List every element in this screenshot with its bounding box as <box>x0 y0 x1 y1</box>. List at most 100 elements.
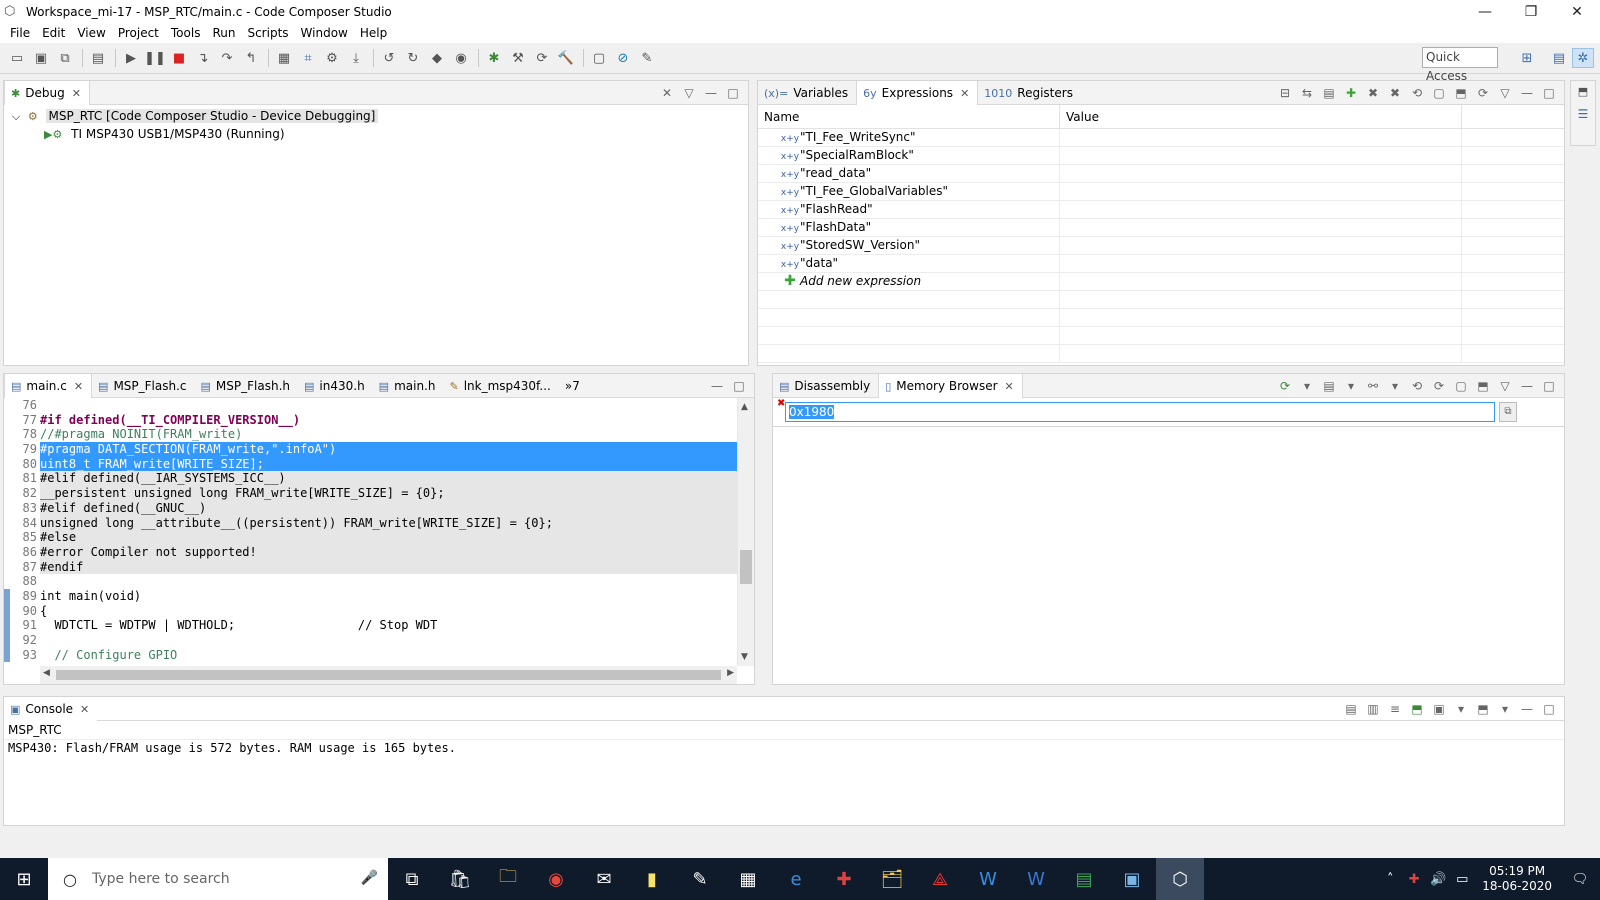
maximize-icon[interactable]: □ <box>722 83 744 103</box>
outline-icon[interactable]: ☰ <box>1571 103 1595 125</box>
dropdown-icon[interactable]: ▾ <box>1384 376 1406 396</box>
close-icon[interactable]: ✕ <box>960 87 969 100</box>
tree-item-session[interactable]: ⌵ ⚙ MSP_RTC [Code Composer Studio - Devi… <box>4 107 748 125</box>
maximize-icon[interactable]: □ <box>1538 376 1560 396</box>
run-icon[interactable]: ◆ <box>426 47 448 69</box>
tab-console[interactable]: ▣ Console ✕ <box>4 697 98 721</box>
save-icon[interactable]: ▣ <box>30 47 52 69</box>
close-icon[interactable]: ✕ <box>72 87 81 100</box>
maximize-icon[interactable]: □ <box>728 376 750 396</box>
editor-horizontal-scrollbar[interactable]: ◀ ▶ <box>40 666 737 684</box>
ccs-debug-perspective-icon[interactable]: ✲ <box>1572 48 1594 68</box>
tab-debug[interactable]: ✱ Debug ✕ <box>4 81 90 105</box>
acrobat-icon[interactable]: ⟁ <box>916 858 964 900</box>
reset-icon[interactable]: ⚙ <box>321 47 343 69</box>
remove-icon[interactable]: ✖ <box>1362 83 1384 103</box>
menu-edit[interactable]: Edit <box>36 23 71 43</box>
scroll-up-icon[interactable]: ▲ <box>741 402 748 412</box>
save-all-icon[interactable]: ⧉ <box>54 47 76 69</box>
maximize-icon[interactable]: □ <box>1538 699 1560 719</box>
forward-icon[interactable]: ⟳ <box>1428 376 1450 396</box>
tab-main-c[interactable]: ▤ main.c ✕ <box>4 374 93 398</box>
network-icon[interactable]: ▭ <box>1450 872 1474 887</box>
minimize-icon[interactable]: — <box>1516 376 1538 396</box>
step-into-icon[interactable]: ↴ <box>192 47 214 69</box>
edge-icon[interactable]: e <box>772 858 820 900</box>
scroll-down-icon[interactable]: ▼ <box>741 652 748 662</box>
notifications-icon[interactable]: 🗨 <box>1560 872 1600 887</box>
close-icon[interactable]: ✕ <box>74 380 83 393</box>
taskbar-search-box[interactable]: ○ Type here to search 🎤 <box>48 858 388 900</box>
tab-msp-flash-h[interactable]: ▤ MSP_Flash.h <box>195 374 298 398</box>
table-row[interactable]: x+y"FlashRead" <box>758 201 1564 219</box>
dropdown-icon[interactable]: ▾ <box>1450 699 1472 719</box>
close-button[interactable]: ✕ <box>1554 0 1600 23</box>
menu-help[interactable]: Help <box>354 23 393 43</box>
mail-icon[interactable]: ✉ <box>580 858 628 900</box>
tab-msp-flash-c[interactable]: ▤ MSP_Flash.c <box>92 374 194 398</box>
restore-icon[interactable]: ⬒ <box>1571 81 1595 103</box>
calculator-icon[interactable]: ▦ <box>724 858 772 900</box>
app-icon[interactable]: ✚ <box>820 858 868 900</box>
open-console-icon[interactable]: ⬒ <box>1472 699 1494 719</box>
menu-project[interactable]: Project <box>112 23 165 43</box>
menu-window[interactable]: Window <box>295 23 354 43</box>
remote-desktop-icon[interactable]: ▣ <box>1108 858 1156 900</box>
scroll-lock-icon[interactable]: ▥ <box>1362 699 1384 719</box>
debug-icon[interactable]: ✱ <box>483 47 505 69</box>
memory-go-button[interactable]: ⧉ <box>1499 402 1517 422</box>
minimize-icon[interactable]: — <box>700 83 722 103</box>
save-memory-icon[interactable]: ▤ <box>1318 376 1340 396</box>
tab-overflow[interactable]: »7 <box>559 374 588 398</box>
minimize-icon[interactable]: — <box>1516 699 1538 719</box>
pin-view-icon[interactable]: ⬒ <box>1450 83 1472 103</box>
open-perspective-icon[interactable]: ⊞ <box>1516 48 1538 68</box>
load-icon[interactable]: ⤓ <box>345 47 367 69</box>
pin-console-icon[interactable]: ⬒ <box>1406 699 1428 719</box>
files-icon[interactable]: 🗂 <box>868 858 916 900</box>
dropdown-icon[interactable]: ▾ <box>1296 376 1318 396</box>
quick-access-field[interactable]: Quick Access <box>1422 47 1498 83</box>
volume-icon[interactable]: 🔊 <box>1426 872 1450 887</box>
new-file-icon[interactable]: ▭ <box>6 47 28 69</box>
refresh-icon[interactable]: ⟲ <box>1406 83 1428 103</box>
view-menu-icon[interactable]: ▽ <box>1494 376 1516 396</box>
dropdown-icon[interactable]: ▾ <box>1340 376 1362 396</box>
menu-view[interactable]: View <box>71 23 111 43</box>
file-explorer-icon[interactable]: 🗀 <box>484 858 532 900</box>
tab-variables[interactable]: (x)= Variables <box>758 81 856 105</box>
table-row[interactable]: x+y"TI_Fee_GlobalVariables" <box>758 183 1564 201</box>
terminal-icon[interactable]: ▤ <box>87 47 109 69</box>
pin-view-icon[interactable]: ⬒ <box>1472 376 1494 396</box>
scroll-right-icon[interactable]: ▶ <box>727 668 734 678</box>
back-icon[interactable]: ⟲ <box>1406 376 1428 396</box>
table-row[interactable]: x+y"TI_Fee_WriteSync" <box>758 129 1564 147</box>
taskbar-clock[interactable]: 05:19 PM 18-06-2020 <box>1474 864 1560 894</box>
tab-registers[interactable]: 1010 Registers <box>978 81 1081 105</box>
menu-tools[interactable]: Tools <box>165 23 207 43</box>
table-row[interactable]: x+y"read_data" <box>758 165 1564 183</box>
restart-icon[interactable]: ↺ <box>378 47 400 69</box>
add-expression-icon[interactable]: ✚ <box>1340 83 1362 103</box>
collapse-all-icon[interactable]: ⊟ <box>1274 83 1296 103</box>
window-icon[interactable]: ▢ <box>588 47 610 69</box>
close-icon[interactable]: ✕ <box>1005 380 1014 393</box>
layout-icon[interactable]: ▤ <box>1318 83 1340 103</box>
maximize-button[interactable]: ❐ <box>1508 0 1554 23</box>
table-row[interactable]: x+y"data" <box>758 255 1564 273</box>
new-view-icon[interactable]: ▢ <box>1450 376 1472 396</box>
suspend-icon[interactable]: ❚❚ <box>144 47 166 69</box>
hammer-icon[interactable]: 🔨 <box>555 47 577 69</box>
menu-scripts[interactable]: Scripts <box>241 23 294 43</box>
minimize-button[interactable]: — <box>1462 0 1508 23</box>
ccs-edit-perspective-icon[interactable]: ▤ <box>1548 48 1570 68</box>
clear-console-icon[interactable]: ▤ <box>1340 699 1362 719</box>
chevron-up-icon[interactable]: ˄ <box>1378 872 1402 887</box>
maximize-icon[interactable]: □ <box>1538 83 1560 103</box>
sticky-notes-icon[interactable]: ▮ <box>628 858 676 900</box>
refresh-icon[interactable]: ⟳ <box>1274 376 1296 396</box>
tab-memory-browser[interactable]: ▯ Memory Browser ✕ <box>878 374 1023 398</box>
excel-icon[interactable]: ▤ <box>1060 858 1108 900</box>
minimize-icon[interactable]: — <box>706 376 728 396</box>
minimize-icon[interactable]: — <box>1516 83 1538 103</box>
